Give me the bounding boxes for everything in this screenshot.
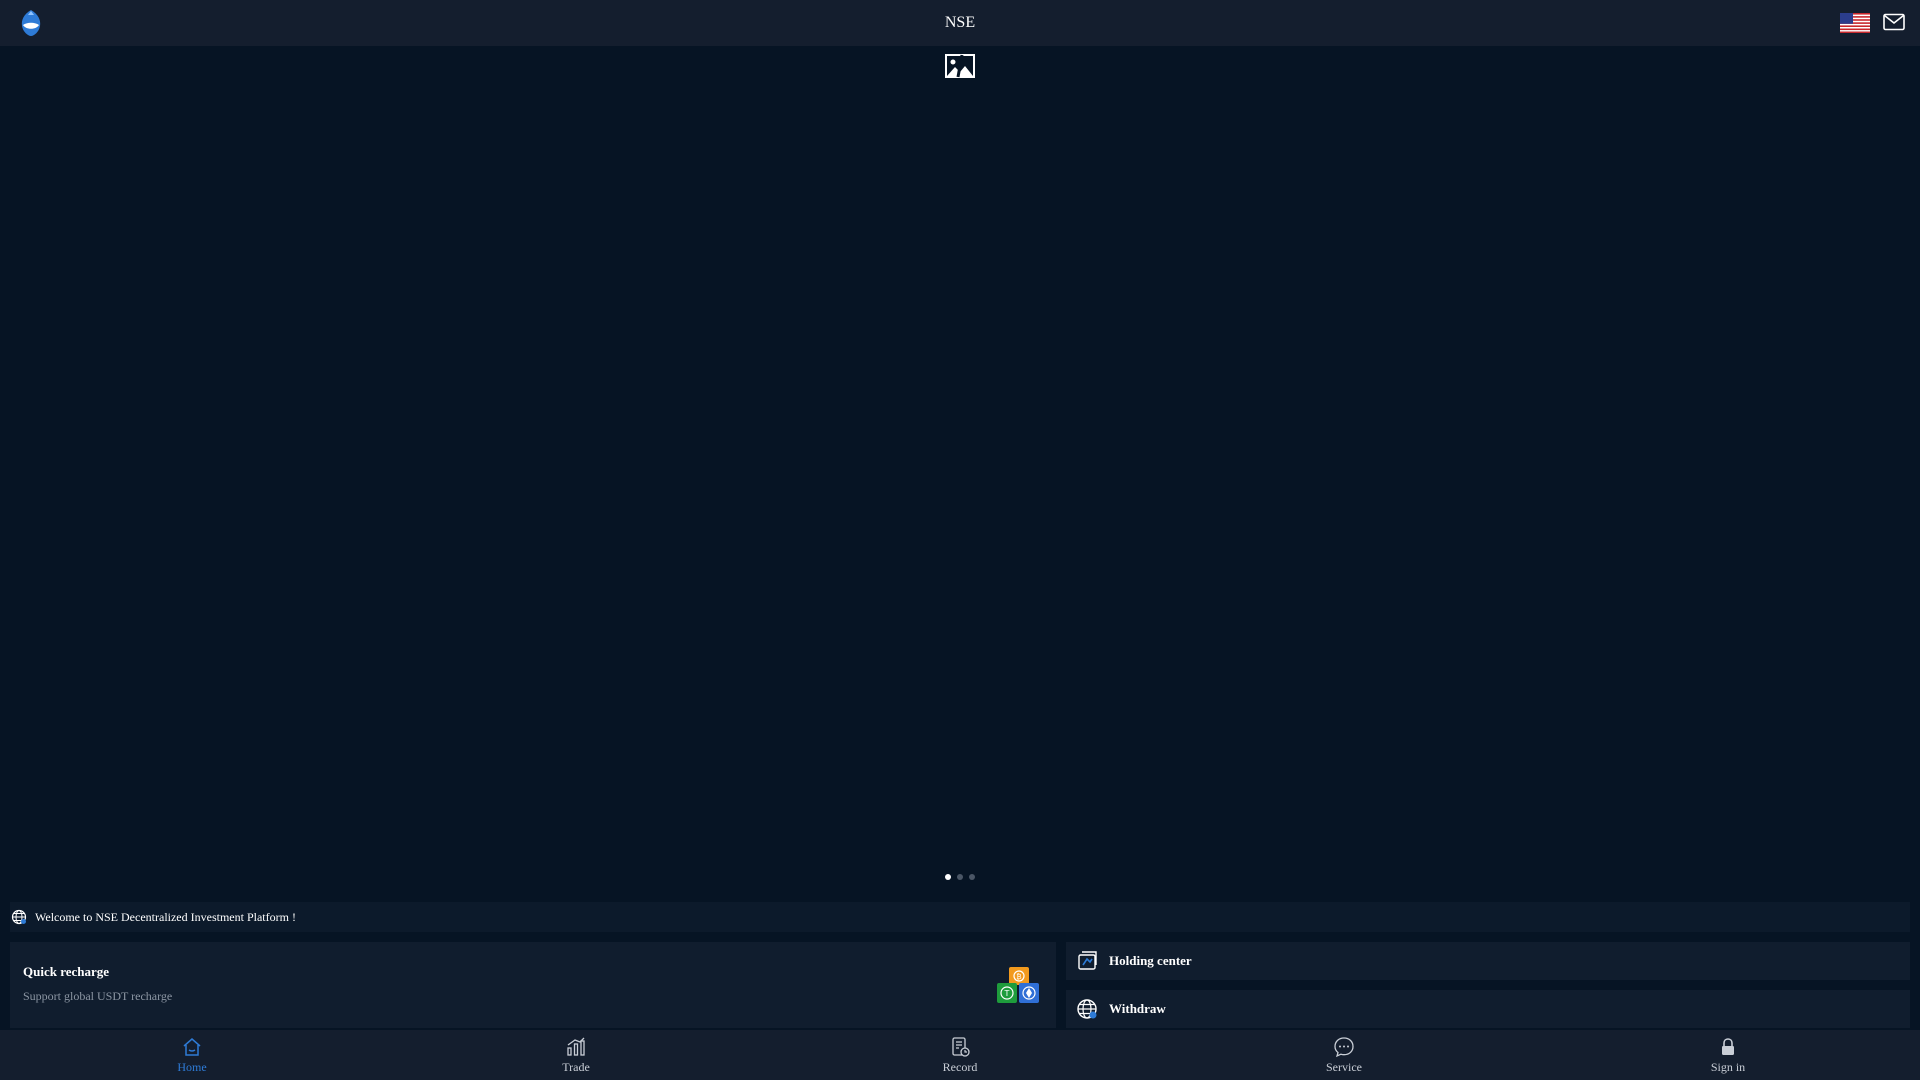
carousel-dot[interactable] bbox=[957, 874, 963, 880]
tab-trade[interactable]: Trade bbox=[384, 1030, 768, 1080]
svg-text:T: T bbox=[1004, 989, 1010, 998]
quick-recharge-title: Quick recharge bbox=[23, 964, 110, 979]
quick-recharge-subtitle: Support global USDT recharge bbox=[23, 989, 173, 1003]
home-icon bbox=[183, 1037, 201, 1056]
carousel-dots bbox=[0, 874, 1920, 880]
withdraw-link[interactable]: Withdraw bbox=[1066, 990, 1910, 1028]
withdraw-globe-icon bbox=[1077, 999, 1097, 1019]
lock-icon bbox=[1722, 1037, 1734, 1055]
tab-trade-label: Trade bbox=[562, 1059, 590, 1074]
withdraw-label: Withdraw bbox=[1109, 1001, 1166, 1016]
tab-home[interactable]: Home bbox=[0, 1030, 384, 1080]
tab-home-label: Home bbox=[177, 1059, 207, 1074]
tab-record-label: Record bbox=[942, 1059, 978, 1074]
chat-icon bbox=[1334, 1036, 1354, 1057]
crypto-coins-icon: ₿ T bbox=[997, 967, 1039, 1003]
whale-logo-icon[interactable] bbox=[18, 8, 44, 38]
chart-icon bbox=[567, 1037, 585, 1056]
bottom-tab-bar: Home Trade Record Service Sign in bbox=[0, 1030, 1920, 1080]
carousel-dot[interactable] bbox=[969, 874, 975, 880]
holding-center-link[interactable]: Holding center bbox=[1066, 942, 1910, 980]
carousel-dot[interactable] bbox=[945, 874, 951, 880]
globe-icon bbox=[11, 909, 27, 925]
tab-record[interactable]: Record bbox=[768, 1030, 1152, 1080]
banner-carousel[interactable] bbox=[0, 46, 1920, 886]
tab-service[interactable]: Service bbox=[1152, 1030, 1536, 1080]
tab-sign-in[interactable]: Sign in bbox=[1536, 1030, 1920, 1080]
notice-text: Welcome to NSE Decentralized Investment … bbox=[35, 909, 296, 924]
notice-bar: Welcome to NSE Decentralized Investment … bbox=[10, 902, 1910, 932]
us-flag-icon[interactable] bbox=[1840, 13, 1870, 33]
top-header: NSE bbox=[0, 0, 1920, 46]
record-icon bbox=[952, 1036, 970, 1057]
tab-service-label: Service bbox=[1326, 1059, 1362, 1074]
page-title: NSE bbox=[944, 14, 976, 31]
holding-icon bbox=[1078, 951, 1097, 970]
tab-sign-in-label: Sign in bbox=[1710, 1059, 1746, 1074]
svg-text:₿: ₿ bbox=[1016, 973, 1021, 981]
broken-image-icon bbox=[945, 54, 975, 78]
quick-recharge-card[interactable]: Quick recharge Support global USDT recha… bbox=[10, 942, 1056, 1028]
holding-center-label: Holding center bbox=[1109, 953, 1192, 968]
mail-icon[interactable] bbox=[1883, 13, 1905, 31]
